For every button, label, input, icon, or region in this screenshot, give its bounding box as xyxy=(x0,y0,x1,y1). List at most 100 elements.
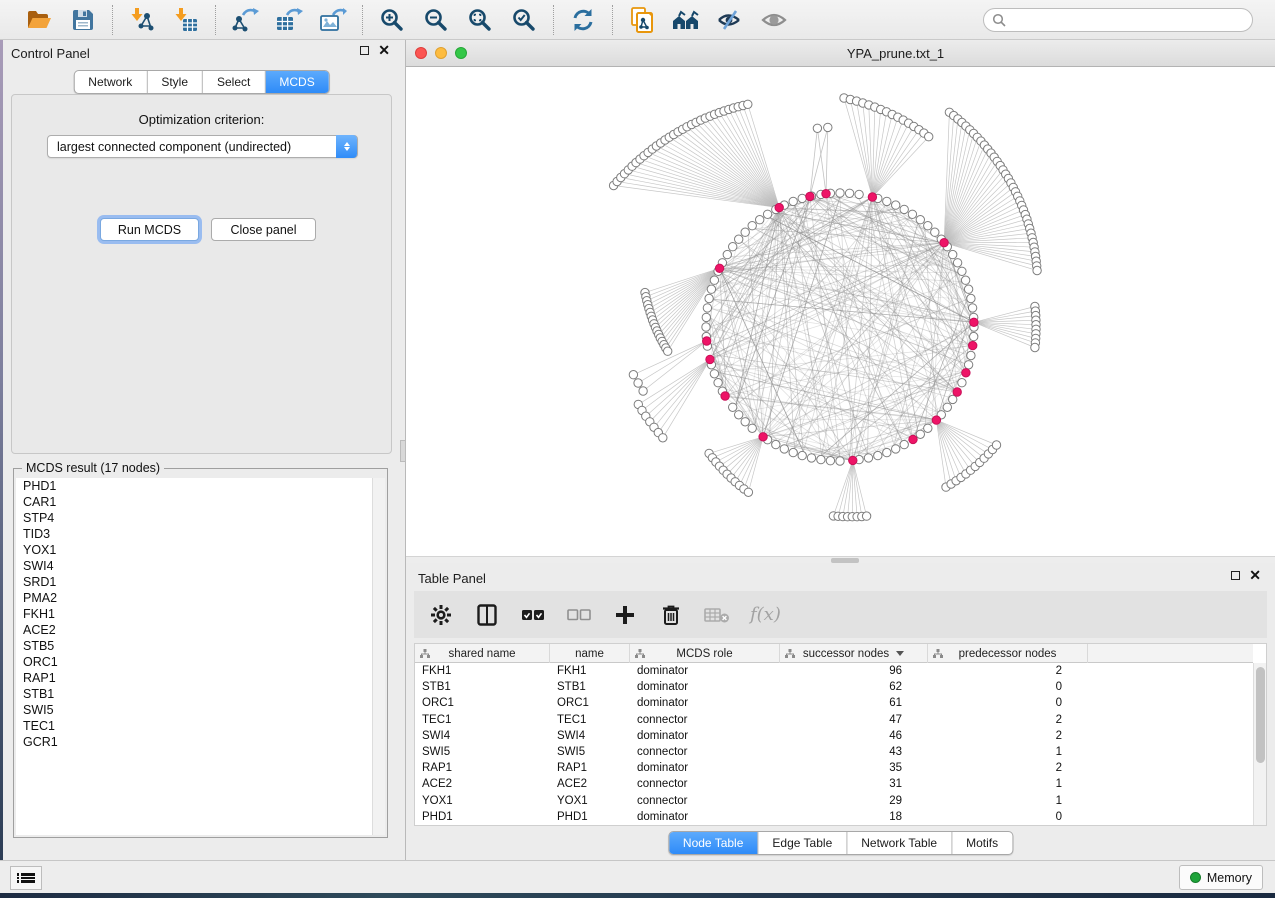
cell-shared-name[interactable]: YOX1 xyxy=(415,793,550,809)
panel-menu-button[interactable] xyxy=(10,866,42,890)
cell-MCDS-role[interactable]: dominator xyxy=(630,663,780,679)
open-session-icon[interactable] xyxy=(24,6,54,34)
result-item[interactable]: FKH1 xyxy=(16,606,385,622)
graph-node[interactable] xyxy=(772,440,780,448)
graph-node[interactable] xyxy=(967,351,975,359)
graph-leaf-node[interactable] xyxy=(1031,343,1039,351)
graph-node[interactable] xyxy=(892,201,900,209)
result-item[interactable]: TEC1 xyxy=(16,718,385,734)
cell-MCDS-role[interactable]: connector xyxy=(630,793,780,809)
cell-shared-name[interactable]: SWI4 xyxy=(415,728,550,744)
close-panel-icon[interactable]: ✕ xyxy=(378,45,390,55)
cell-predecessor-nodes[interactable]: 2 xyxy=(928,712,1088,728)
graph-node[interactable] xyxy=(855,190,863,198)
result-list-scrollbar[interactable] xyxy=(372,478,385,835)
cell-name[interactable]: STB1 xyxy=(550,679,630,695)
result-item[interactable]: GCR1 xyxy=(16,734,385,750)
show-columns-icon[interactable] xyxy=(474,602,500,628)
result-item[interactable]: PHD1 xyxy=(16,478,385,494)
graph-node[interactable] xyxy=(892,445,900,453)
graph-node[interactable] xyxy=(836,457,844,465)
result-item[interactable]: STB5 xyxy=(16,638,385,654)
graph-node[interactable] xyxy=(789,197,797,205)
cell-successor-nodes[interactable]: 29 xyxy=(780,793,928,809)
graph-node[interactable] xyxy=(953,259,961,267)
graph-leaf-node[interactable] xyxy=(744,100,752,108)
zoom-selected-icon[interactable] xyxy=(509,6,539,34)
cell-successor-nodes[interactable]: 18 xyxy=(780,809,928,825)
result-item[interactable]: YOX1 xyxy=(16,542,385,558)
graph-leaf-node[interactable] xyxy=(813,124,821,132)
graph-node[interactable] xyxy=(924,424,932,432)
graph-node[interactable] xyxy=(964,361,972,369)
cell-successor-nodes[interactable]: 31 xyxy=(780,776,928,792)
vscroll-thumb[interactable] xyxy=(1256,667,1265,763)
graph-leaf-node[interactable] xyxy=(744,488,752,496)
graph-node[interactable] xyxy=(702,313,710,321)
graph-node[interactable] xyxy=(710,370,718,378)
graph-node[interactable] xyxy=(798,451,806,459)
tab-style[interactable]: Style xyxy=(147,71,203,93)
add-column-icon[interactable] xyxy=(612,602,638,628)
select-all-icon[interactable] xyxy=(520,602,546,628)
mcds-hub-node[interactable] xyxy=(721,392,729,400)
delete-column-icon[interactable] xyxy=(658,602,684,628)
graph-node[interactable] xyxy=(958,379,966,387)
cell-MCDS-role[interactable]: connector xyxy=(630,712,780,728)
graph-node[interactable] xyxy=(748,424,756,432)
mcds-hub-node[interactable] xyxy=(970,318,978,326)
cell-shared-name[interactable]: PHD1 xyxy=(415,809,550,825)
column-header-MCDS-role[interactable]: MCDS role xyxy=(630,644,780,663)
mcds-hub-node[interactable] xyxy=(759,433,767,441)
mcds-hub-node[interactable] xyxy=(703,337,711,345)
tab-network-table[interactable]: Network Table xyxy=(847,832,952,854)
cell-shared-name[interactable]: ACE2 xyxy=(415,776,550,792)
mcds-hub-node[interactable] xyxy=(775,203,783,211)
mcds-hub-node[interactable] xyxy=(849,456,857,464)
cell-shared-name[interactable]: FKH1 xyxy=(415,663,550,679)
save-session-icon[interactable] xyxy=(68,6,98,34)
mcds-hub-node[interactable] xyxy=(962,369,970,377)
mcds-hub-node[interactable] xyxy=(909,435,917,443)
table-row[interactable]: SWI5SWI5connector431 xyxy=(415,744,1253,760)
graph-node[interactable] xyxy=(735,411,743,419)
graph-leaf-node[interactable] xyxy=(639,387,647,395)
cell-predecessor-nodes[interactable]: 2 xyxy=(928,760,1088,776)
cell-shared-name[interactable]: TEC1 xyxy=(415,712,550,728)
graph-node[interactable] xyxy=(763,210,771,218)
search-input[interactable] xyxy=(983,8,1253,32)
clone-network-icon[interactable] xyxy=(627,6,657,34)
network-hscrollbar[interactable] xyxy=(406,556,1275,563)
graph-node[interactable] xyxy=(845,189,853,197)
graph-leaf-node[interactable] xyxy=(634,379,642,387)
result-item[interactable]: STB1 xyxy=(16,686,385,702)
graph-node[interactable] xyxy=(707,285,715,293)
table-settings-icon[interactable] xyxy=(428,602,454,628)
cell-shared-name[interactable]: STB1 xyxy=(415,679,550,695)
graph-node[interactable] xyxy=(723,250,731,258)
graph-node[interactable] xyxy=(949,250,957,258)
mcds-hub-node[interactable] xyxy=(715,264,723,272)
graph-leaf-node[interactable] xyxy=(629,371,637,379)
cell-name[interactable]: SWI5 xyxy=(550,744,630,760)
close-panel-icon[interactable]: ✕ xyxy=(1249,570,1261,580)
tab-edge-table[interactable]: Edge Table xyxy=(758,832,847,854)
network-canvas[interactable] xyxy=(406,67,1275,556)
zoom-in-icon[interactable] xyxy=(377,6,407,34)
result-item[interactable]: TID3 xyxy=(16,526,385,542)
mcds-hub-node[interactable] xyxy=(806,192,814,200)
cell-successor-nodes[interactable]: 43 xyxy=(780,744,928,760)
import-table-icon[interactable] xyxy=(171,6,201,34)
table-row[interactable]: YOX1YOX1connector291 xyxy=(415,793,1253,809)
criterion-dropdown[interactable]: largest connected component (undirected) xyxy=(47,135,358,158)
cell-name[interactable]: YOX1 xyxy=(550,793,630,809)
graph-leaf-node[interactable] xyxy=(1033,266,1041,274)
cell-name[interactable]: TEC1 xyxy=(550,712,630,728)
table-row[interactable]: FKH1FKH1dominator962 xyxy=(415,663,1253,679)
cell-shared-name[interactable]: ORC1 xyxy=(415,695,550,711)
graph-node[interactable] xyxy=(961,276,969,284)
graph-node[interactable] xyxy=(964,285,972,293)
result-item[interactable]: PMA2 xyxy=(16,590,385,606)
graph-node[interactable] xyxy=(958,267,966,275)
graph-node[interactable] xyxy=(741,228,749,236)
